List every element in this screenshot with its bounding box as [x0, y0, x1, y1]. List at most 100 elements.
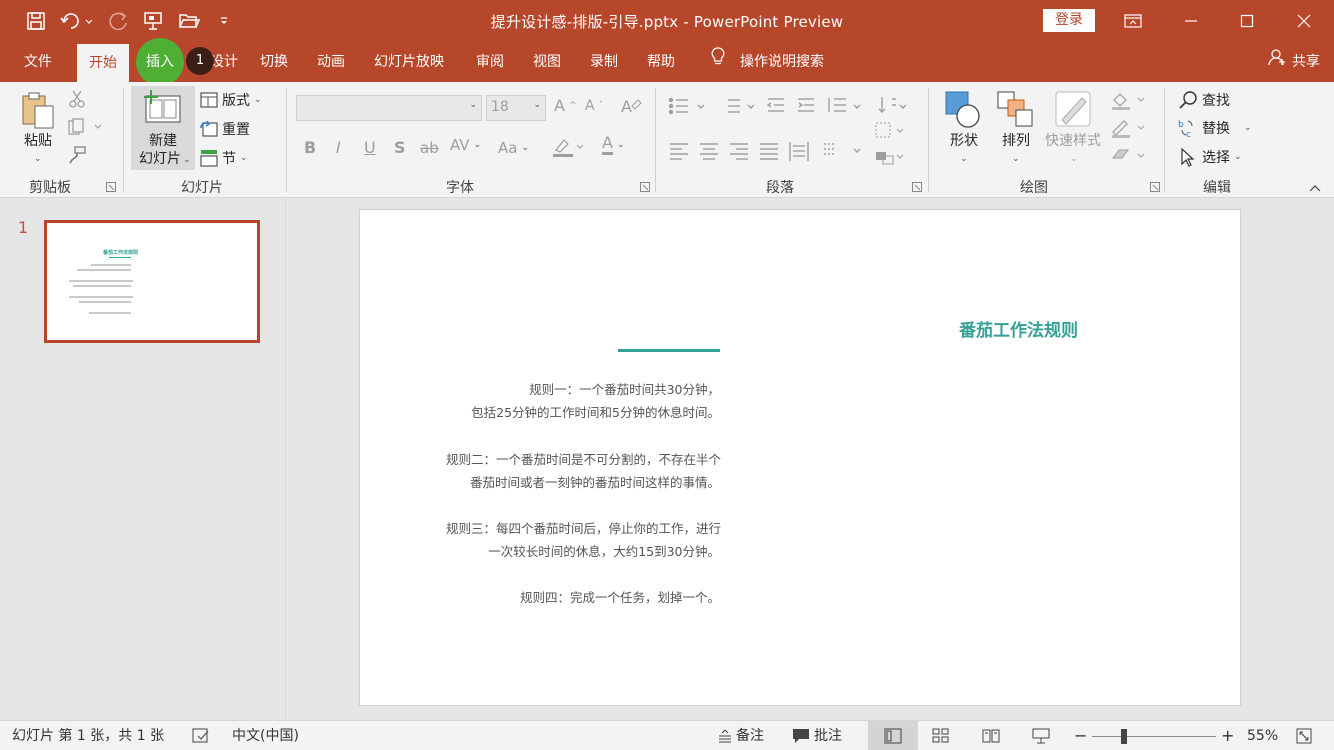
slide-text-line[interactable]: 规则三：每四个番茄时间后，停止你的工作，进行 [446, 518, 721, 537]
slide-text-line[interactable]: 包括25分钟的工作时间和5分钟的休息时间。 [471, 402, 720, 421]
shape-fill-icon[interactable] [1110, 90, 1146, 110]
arrange-icon[interactable] [996, 90, 1036, 130]
slide-text-line[interactable]: 番茄时间或者一刻钟的番茄时间这样的事情。 [470, 472, 720, 491]
cut-icon[interactable] [68, 90, 86, 108]
slide-text-line[interactable]: 规则四：完成一个任务，划掉一个。 [520, 587, 720, 606]
reading-view-icon[interactable] [982, 721, 1000, 750]
tab-review[interactable]: 审阅 [470, 42, 510, 82]
fit-to-window-icon[interactable] [1296, 721, 1312, 750]
tab-file[interactable]: 文件 [18, 42, 58, 82]
slide-sorter-icon[interactable] [932, 721, 950, 750]
slide-count[interactable]: 幻灯片 第 1 张，共 1 张 [12, 721, 164, 750]
highlight-color-icon[interactable] [552, 136, 586, 158]
grow-font-icon[interactable]: A ^ [554, 96, 577, 115]
replace-button[interactable]: bc 替换 ⌄ [1178, 118, 1252, 138]
paste-icon[interactable] [20, 90, 56, 130]
slide-title[interactable]: 番茄工作法规则 [360, 316, 1078, 341]
font-name-chevron-icon[interactable]: ⌄ [469, 100, 477, 110]
zoom-slider-thumb[interactable] [1121, 729, 1127, 744]
zoom-out-button[interactable]: − [1074, 721, 1087, 750]
collapse-ribbon-icon[interactable] [1308, 183, 1322, 193]
paste-button[interactable]: 粘贴 [16, 132, 60, 150]
comments-button[interactable]: 批注 [792, 721, 842, 750]
shapes-button[interactable]: 形状 [938, 132, 990, 150]
share-button[interactable]: 共享 [1268, 42, 1320, 82]
redo-icon[interactable] [106, 8, 132, 34]
quick-styles-icon[interactable] [1054, 90, 1094, 130]
font-launcher-icon[interactable] [640, 182, 650, 192]
select-button[interactable]: 选择 ⌄ [1178, 147, 1242, 167]
text-direction-icon[interactable] [875, 122, 905, 140]
notes-icon [719, 729, 731, 743]
copy-icon[interactable] [68, 118, 102, 136]
section-button[interactable]: 节 ⌄ [200, 148, 248, 168]
shapes-icon[interactable] [944, 90, 984, 130]
quick-styles-chevron-icon[interactable]: ⌄ [1070, 154, 1078, 164]
minimize-icon[interactable] [1168, 0, 1214, 42]
bold-button[interactable]: B [304, 138, 316, 157]
save-icon[interactable] [22, 8, 50, 34]
tab-slideshow[interactable]: 幻灯片放映 [368, 42, 450, 82]
slide-text-line[interactable]: 规则二：一个番茄时间是不可分割的，不存在半个 [446, 449, 721, 468]
shrink-font-icon[interactable]: Aˇ [585, 98, 603, 114]
thumbnail-rule [109, 257, 131, 258]
tab-help[interactable]: 帮助 [641, 42, 681, 82]
clipboard-launcher-icon[interactable] [106, 182, 116, 192]
zoom-slider[interactable] [1092, 736, 1216, 737]
font-size-combo[interactable]: 18 ⌄ [486, 95, 546, 121]
character-spacing-button[interactable]: AV ⌄ [450, 136, 481, 154]
tab-transitions[interactable]: 切换 [254, 42, 294, 82]
tell-me-search[interactable]: 操作说明搜索 [704, 42, 830, 82]
text-shadow-button[interactable]: S [394, 138, 406, 157]
format-painter-icon[interactable] [68, 146, 86, 164]
slideshow-view-icon[interactable] [1032, 721, 1050, 750]
shapes-chevron-icon[interactable]: ⌄ [960, 154, 968, 164]
tab-record[interactable]: 录制 [584, 42, 624, 82]
slide-text-line[interactable]: 一次较长时间的休息，大约15到30分钟。 [488, 541, 720, 560]
italic-button[interactable]: I [336, 138, 341, 157]
tab-insert[interactable]: 插入 [146, 42, 174, 82]
quick-styles-button[interactable]: 快速样式 [1040, 132, 1106, 150]
presentation-icon[interactable] [140, 8, 166, 34]
customize-toolbar-icon[interactable] [214, 8, 234, 34]
ribbon: 粘贴 ⌄ 剪贴板 新建 幻灯片 ⌄ 版式 ⌄ 重置 节 ⌄ 幻灯片 ⌄ 18 ⌄ A… [0, 82, 1334, 198]
drawing-launcher-icon[interactable] [1150, 182, 1160, 192]
reset-button[interactable]: 重置 [200, 119, 250, 139]
tab-view[interactable]: 视图 [527, 42, 567, 82]
slide-thumbnail[interactable]: 番茄工作法规则 [44, 220, 260, 343]
slide-text-line[interactable]: 规则一：一个番茄时间共30分钟， [529, 379, 720, 398]
login-button[interactable]: 登录 [1043, 9, 1095, 32]
zoom-in-button[interactable]: + [1221, 721, 1234, 750]
paste-dropdown-chevron-icon[interactable]: ⌄ [34, 154, 42, 164]
layout-button[interactable]: 版式 ⌄ [200, 90, 262, 110]
font-color-button[interactable]: A ⌄ [602, 134, 625, 155]
zoom-level[interactable]: 55% [1247, 721, 1278, 750]
font-size-chevron-icon[interactable]: ⌄ [533, 100, 541, 110]
slide-number: 1 [18, 218, 29, 237]
find-button[interactable]: 查找 [1178, 90, 1230, 110]
maximize-icon[interactable] [1224, 0, 1270, 42]
arrange-button[interactable]: 排列 [990, 132, 1042, 150]
close-icon[interactable] [1281, 0, 1327, 42]
undo-icon[interactable] [58, 8, 96, 34]
ribbon-display-options-icon[interactable] [1110, 0, 1156, 42]
font-name-combo[interactable]: ⌄ [296, 95, 482, 121]
underline-button[interactable]: U [364, 138, 376, 157]
accessibility-check-icon[interactable] [192, 721, 210, 750]
notes-button[interactable]: 备注 [718, 721, 764, 750]
tab-animations[interactable]: 动画 [311, 42, 351, 82]
shape-outline-icon[interactable] [1110, 118, 1146, 138]
clear-formatting-icon[interactable]: A [620, 96, 642, 116]
language-indicator[interactable]: 中文(中国) [232, 721, 299, 750]
open-folder-icon[interactable] [176, 8, 202, 34]
paragraph-launcher-icon[interactable] [912, 182, 922, 192]
shape-effects-icon[interactable] [1110, 146, 1146, 166]
thumbnail-title: 番茄工作法规则 [103, 250, 139, 256]
change-case-button[interactable]: Aa ⌄ [498, 139, 529, 157]
title-bar: 提升设计感-排版-引导.pptx - PowerPoint Preview 登录 [0, 0, 1334, 42]
smartart-icon[interactable] [875, 148, 905, 166]
slide-canvas[interactable]: 番茄工作法规则 规则一：一个番茄时间共30分钟， 包括25分钟的工作时间和5分钟… [359, 209, 1241, 706]
arrange-chevron-icon[interactable]: ⌄ [1012, 154, 1020, 164]
strikethrough-button[interactable]: ab [420, 139, 439, 157]
tab-home[interactable]: 开始 [77, 44, 129, 82]
